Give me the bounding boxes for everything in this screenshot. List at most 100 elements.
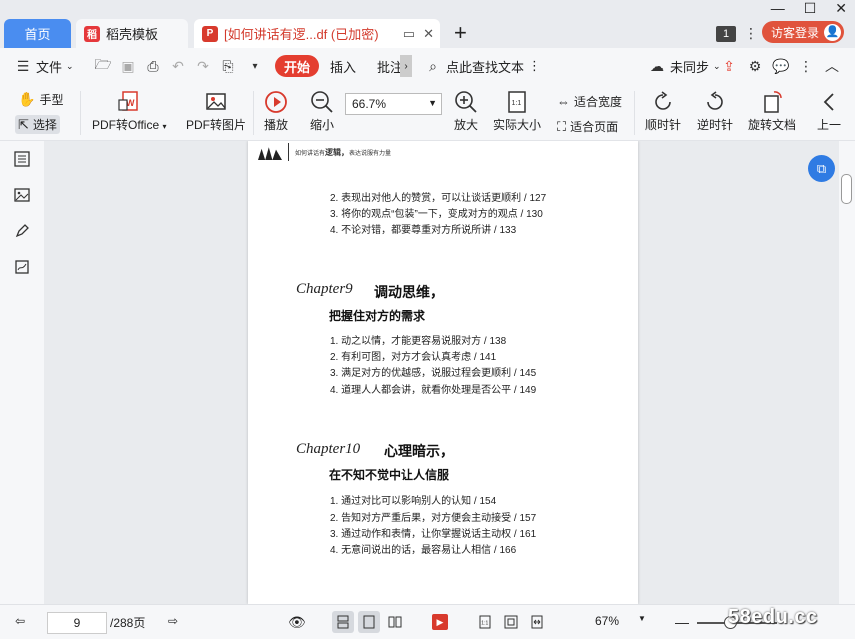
close-window-icon[interactable]: ✕ (835, 0, 847, 17)
rotate-document-button[interactable]: 旋转文档 (748, 90, 796, 133)
fit-page-status-icon[interactable] (500, 611, 522, 633)
more-options-icon[interactable]: ⋮ (797, 55, 815, 77)
hand-tool-button[interactable]: ✋ 手型 (18, 91, 63, 108)
left-panel-bar (0, 141, 44, 604)
open-folder-icon[interactable]: 🗁 (94, 55, 112, 77)
more-menu-icon[interactable]: ⋮ (744, 25, 758, 42)
play-label: 播放 (264, 118, 289, 132)
new-tab-button[interactable]: + (454, 21, 467, 45)
visitor-login-button[interactable]: 访客登录 👤 (762, 21, 844, 43)
pdf-page: 如何讲话有逻辑，表达说服有力量 2. 表现出对他人的赞赏，可以让谈话更顺利 / … (248, 141, 638, 604)
zoom-in-button[interactable]: 放大 (454, 90, 478, 133)
redo-icon[interactable]: ↷ (194, 55, 212, 77)
tab-document-label: [如何讲话有逻...df (已加密) (224, 27, 379, 42)
toc-line: 1. 通过对比可以影响别人的认知 / 154 (330, 496, 497, 507)
zoom-dropdown-icon[interactable]: ▼ (638, 614, 646, 623)
scrollbar-thumb[interactable] (841, 174, 852, 204)
feedback-icon[interactable]: 💬 (772, 55, 790, 77)
fit-width-button[interactable]: ⇔ 适合宽度 (557, 93, 622, 110)
ribbon-divider (634, 91, 635, 135)
rotate-counterclockwise-label: 逆时针 (697, 118, 734, 132)
play-button[interactable]: 播放 (264, 90, 288, 133)
floating-translate-icon[interactable]: ⧉ (808, 155, 835, 182)
cursor-icon: ⇱ (18, 116, 29, 132)
pdf-to-office-button[interactable]: W PDF转Office ▾ (92, 90, 167, 133)
monitor-icon[interactable]: ▭ (403, 26, 415, 42)
svg-text:1:1: 1:1 (512, 100, 522, 107)
tab-document[interactable]: P [如何讲话有逻...df (已加密) ▭ ✕ (194, 19, 440, 48)
annotation-pen-icon[interactable] (13, 222, 31, 240)
toc-line: 3. 将你的观点“包装”一下，变成对方的观点 / 130 (330, 209, 543, 220)
toc-line: 4. 道理人人都会讲，就看你处理是否公平 / 149 (330, 385, 537, 396)
next-page-icon[interactable]: ⇨ (168, 614, 178, 628)
close-tab-icon[interactable]: ✕ (423, 26, 434, 42)
play-slideshow-icon[interactable]: ▶ (429, 611, 451, 633)
undo-icon[interactable]: ↶ (169, 55, 187, 77)
sync-status[interactable]: ☁ 未同步 ⌄ (648, 55, 721, 77)
status-bar: ⇦ 9 /288页 ⇨ 👁 ▶ 1:1 67% ▼ — (0, 604, 855, 639)
chapter10-label: Chapter10 (296, 441, 361, 457)
chevron-down-icon: ▼ (428, 98, 437, 108)
hand-tool-label: 手型 (39, 93, 64, 107)
title-bar: 首页 稻 稻壳模板 P [如何讲话有逻...df (已加密) ▭ ✕ + — ☐… (0, 0, 855, 48)
quick-access-dropdown-icon[interactable]: ▾ (246, 55, 264, 77)
document-viewer[interactable]: 如何讲话有逻辑，表达说服有力量 2. 表现出对他人的赞赏，可以让谈话更顺利 / … (44, 141, 839, 604)
single-page-view-icon[interactable] (358, 611, 380, 633)
prev-page-icon[interactable]: ⇦ (15, 614, 25, 628)
continuous-view-icon[interactable] (332, 611, 354, 633)
tab-insert[interactable]: 插入 (330, 55, 356, 77)
outline-icon[interactable] (13, 150, 31, 168)
previous-button[interactable]: 上一 (817, 90, 841, 133)
chapter10-subtitle: 在不知不觉中让人信服 (329, 468, 450, 482)
actual-size-icon: 1:1 (505, 90, 529, 114)
select-tool-button[interactable]: ⇱ 选择 (15, 115, 60, 134)
eye-protection-icon[interactable]: 👁 (288, 614, 306, 631)
sync-label: 未同步 (670, 59, 710, 75)
fit-page-button[interactable]: ⛶ 适合页面 (557, 118, 618, 135)
chapter9-label: Chapter9 (296, 281, 353, 297)
save-icon[interactable]: ▣ (119, 55, 137, 77)
export-icon[interactable]: ⎘ (219, 55, 237, 77)
tab-start[interactable]: 开始 (275, 55, 320, 77)
toc-line: 2. 告知对方严重后果，对方便会主动接受 / 157 (330, 513, 537, 524)
share-icon[interactable]: ⇪ (720, 55, 738, 77)
chevron-down-icon: ⌄ (66, 60, 74, 71)
page-number-input[interactable]: 9 (47, 612, 107, 634)
zoom-level-select[interactable]: 66.7% ▼ (345, 93, 442, 115)
minimize-icon[interactable]: — (771, 0, 785, 17)
zoom-level-value: 66.7% (352, 97, 387, 111)
search-label: 点此查找文本 (446, 59, 525, 75)
chapter10-title: 心理暗示， (384, 445, 454, 460)
vertical-scrollbar[interactable] (839, 141, 855, 604)
pdf-to-image-label: PDF转图片 (186, 118, 247, 132)
pdf-to-image-icon (204, 90, 228, 114)
ribbon-scroll-right-icon[interactable]: › (400, 55, 412, 77)
actual-size-button[interactable]: 1:1 实际大小 (493, 90, 541, 133)
rotate-clockwise-icon (651, 90, 675, 114)
thumbnail-icon[interactable] (13, 186, 31, 204)
collapse-ribbon-icon[interactable]: ︿ (823, 55, 841, 77)
fit-width-icon: ⇔ (557, 94, 570, 109)
file-menu[interactable]: ☰ 文件 ⌄ (14, 55, 74, 77)
signature-icon[interactable] (13, 258, 31, 276)
fit-width-status-icon[interactable] (526, 611, 548, 633)
pdf-to-image-button[interactable]: PDF转图片 (186, 90, 246, 133)
rotate-counterclockwise-button[interactable]: 逆时针 (697, 90, 733, 133)
zoom-percent[interactable]: 67% (595, 614, 619, 628)
settings-gear-icon[interactable]: ⚙ (746, 55, 764, 77)
maximize-icon[interactable]: ☐ (804, 0, 817, 17)
docer-logo-icon: 稻 (84, 25, 100, 42)
rotate-clockwise-button[interactable]: 顺时针 (645, 90, 681, 133)
zoom-out-button[interactable]: 缩小 (310, 90, 334, 133)
zoom-out-status-icon[interactable]: — (675, 614, 689, 630)
toc-line: 2. 有利可图，对方才会认真考虑 / 141 (330, 352, 497, 363)
search-box[interactable]: ⌕ 点此查找文本 ⋮ (424, 55, 541, 77)
double-page-view-icon[interactable] (384, 611, 406, 633)
actual-size-status-icon[interactable]: 1:1 (474, 611, 496, 633)
total-pages: /288页 (110, 616, 146, 630)
workspace-badge[interactable]: 1 (716, 26, 736, 42)
tab-template[interactable]: 稻 稻壳模板 (76, 19, 188, 48)
hamburger-icon: ☰ (16, 57, 30, 74)
print-icon[interactable]: ⎙ (144, 55, 162, 77)
tab-home[interactable]: 首页 (4, 19, 71, 48)
